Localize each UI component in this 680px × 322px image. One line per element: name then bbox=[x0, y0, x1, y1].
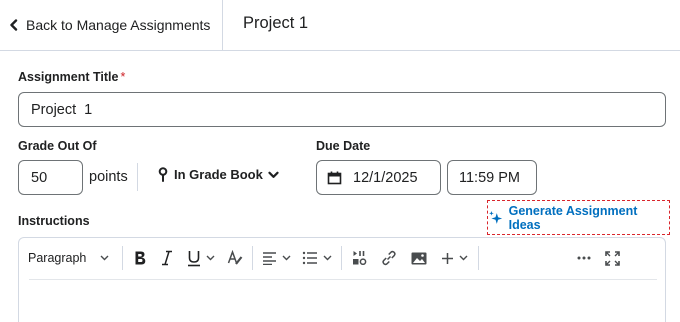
generate-label: Generate Assignment Ideas bbox=[508, 203, 638, 232]
assignment-title-label-text: Assignment Title bbox=[18, 70, 119, 84]
paragraph-format-select[interactable]: Paragraph bbox=[28, 244, 116, 272]
link-button[interactable] bbox=[381, 244, 397, 272]
chevron-down-icon bbox=[282, 255, 291, 261]
back-link-label: Back to Manage Assignments bbox=[26, 17, 211, 33]
grade-out-of-label: Grade Out Of bbox=[18, 139, 97, 153]
due-date-value: 12/1/2025 bbox=[353, 169, 418, 186]
grade-value: 50 bbox=[31, 169, 48, 186]
toolbar-divider bbox=[341, 246, 342, 270]
fullscreen-button[interactable] bbox=[605, 244, 620, 272]
underline-button[interactable] bbox=[187, 244, 215, 272]
due-date-label: Due Date bbox=[316, 139, 371, 153]
due-time-input[interactable]: 11:59 PM bbox=[447, 160, 537, 195]
in-grade-book-dropdown[interactable]: In Grade Book bbox=[158, 167, 279, 182]
generate-assignment-ideas-button[interactable]: Generate Assignment Ideas bbox=[488, 204, 669, 232]
instructions-label: Instructions bbox=[18, 214, 90, 228]
page-title: Project 1 bbox=[243, 14, 309, 32]
chevron-down-icon bbox=[206, 255, 215, 261]
divider bbox=[137, 163, 138, 191]
text-color-icon bbox=[227, 250, 243, 265]
image-icon bbox=[411, 252, 427, 264]
assignment-title-input[interactable]: Project 1 bbox=[18, 92, 666, 127]
required-mark: * bbox=[120, 70, 126, 84]
insert-stuff-button[interactable] bbox=[352, 244, 367, 272]
calendar-icon bbox=[327, 171, 342, 184]
pin-icon bbox=[158, 167, 168, 182]
insert-plus-button[interactable] bbox=[441, 244, 468, 272]
chevron-down-icon bbox=[268, 171, 279, 178]
chevron-down-icon bbox=[100, 255, 109, 261]
toolbar-bottom-border bbox=[29, 279, 657, 280]
in-grade-book-label: In Grade Book bbox=[174, 167, 263, 182]
due-time-value: 11:59 PM bbox=[459, 169, 520, 186]
toolbar-divider bbox=[252, 246, 253, 270]
plus-icon bbox=[442, 252, 453, 264]
toolbar-divider bbox=[478, 246, 479, 270]
more-options-button[interactable] bbox=[577, 244, 591, 272]
back-to-assignments-link[interactable]: Back to Manage Assignments bbox=[0, 0, 223, 50]
list-icon bbox=[302, 251, 317, 265]
due-date-input[interactable]: 12/1/2025 bbox=[316, 160, 441, 195]
image-button[interactable] bbox=[411, 244, 427, 272]
instructions-editor[interactable]: Paragraph bbox=[18, 237, 666, 322]
text-color-button[interactable] bbox=[227, 244, 243, 272]
bold-button[interactable] bbox=[133, 244, 147, 272]
chevron-left-icon bbox=[10, 19, 18, 31]
grade-out-of-input[interactable]: 50 bbox=[18, 160, 83, 195]
chevron-down-icon bbox=[323, 255, 332, 261]
fullscreen-icon bbox=[605, 250, 620, 266]
italic-button[interactable] bbox=[161, 244, 173, 272]
align-icon bbox=[263, 252, 276, 265]
editor-toolbar: Paragraph bbox=[19, 238, 665, 278]
more-icon bbox=[577, 256, 591, 260]
assignment-title-label: Assignment Title * bbox=[18, 70, 125, 84]
italic-icon bbox=[162, 250, 172, 266]
points-label: points bbox=[89, 169, 128, 185]
underline-icon bbox=[188, 250, 200, 266]
generate-ideas-highlight: Generate Assignment Ideas bbox=[487, 200, 670, 235]
sparkle-icon bbox=[489, 210, 503, 224]
align-button[interactable] bbox=[262, 244, 291, 272]
link-icon bbox=[382, 250, 396, 266]
top-bar: Back to Manage Assignments Project 1 bbox=[0, 0, 680, 51]
insert-stuff-icon bbox=[353, 251, 367, 266]
paragraph-format-value: Paragraph bbox=[28, 251, 87, 265]
list-button[interactable] bbox=[302, 244, 332, 272]
assignment-title-value: Project 1 bbox=[31, 101, 93, 118]
bold-icon bbox=[135, 251, 146, 265]
chevron-down-icon bbox=[459, 255, 468, 261]
toolbar-divider bbox=[122, 246, 123, 270]
